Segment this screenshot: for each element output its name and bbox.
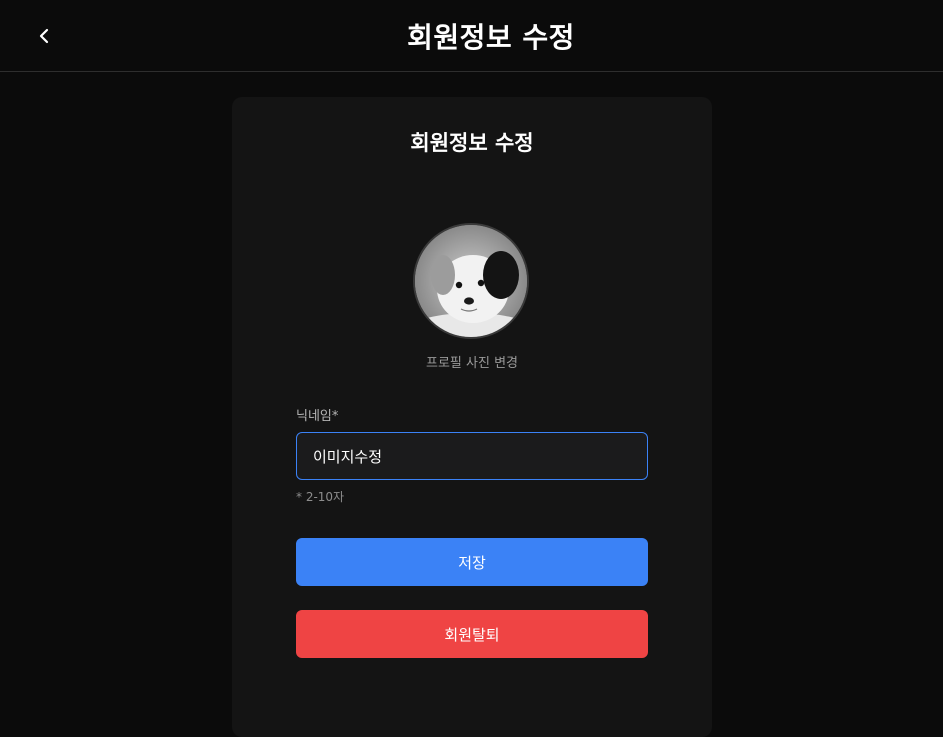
profile-avatar[interactable]: [413, 223, 529, 339]
change-photo-label[interactable]: 프로필 사진 변경: [232, 352, 712, 371]
profile-edit-card: 회원정보 수정 프로필 사진 변경 닉네임* 이미지수정 * 2-10자 저장 …: [232, 97, 712, 737]
withdraw-button[interactable]: 회원탈퇴: [296, 610, 648, 658]
card-title: 회원정보 수정: [410, 131, 534, 155]
save-button[interactable]: 저장: [296, 538, 648, 586]
page-title: 회원정보 수정: [407, 21, 575, 54]
dog-photo-image: [415, 225, 527, 337]
top-header: 회원정보 수정: [0, 0, 943, 72]
nickname-input[interactable]: [296, 432, 648, 480]
nickname-hint: * 2-10자: [296, 490, 345, 504]
nickname-label: 닉네임*: [296, 409, 339, 424]
